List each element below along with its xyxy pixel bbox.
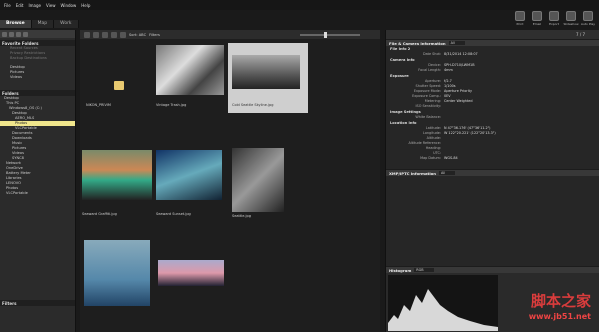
right-panel: 7 / 7 File & Camera Information All File… xyxy=(385,30,599,332)
watermark: 脚本之家 www.jb51.net xyxy=(529,294,591,324)
export-icon xyxy=(549,11,559,21)
folder-tree-item[interactable]: VLCPortable xyxy=(0,191,75,196)
menu-bar: File Edit Image View Window Help xyxy=(0,0,599,10)
thumbnail-item[interactable] xyxy=(84,240,152,310)
print-button[interactable]: Print xyxy=(513,11,527,29)
workspace-tabs: Browse Map Work xyxy=(0,20,79,28)
image-counter: 7 / 7 xyxy=(386,30,599,39)
photo-thumbnail xyxy=(156,45,224,95)
email-button[interactable]: Email xyxy=(530,11,544,29)
export-button[interactable]: Export xyxy=(547,11,561,29)
filters-section-header[interactable]: Filters xyxy=(0,300,75,306)
photo-thumbnail xyxy=(158,260,224,286)
file-camera-info-select[interactable]: All xyxy=(448,41,465,45)
refresh-icon[interactable] xyxy=(111,31,117,38)
histogram-header[interactable]: Histogram RGB xyxy=(386,266,599,273)
email-icon xyxy=(532,11,542,21)
thumbnail-caption: Seaward Graffiti.jpg xyxy=(82,212,117,216)
thumbnail-caption: NIKON_PRIVIM xyxy=(86,103,111,107)
photo-thumbnail xyxy=(232,148,284,212)
file-camera-info-header[interactable]: File & Camera Information All xyxy=(386,39,599,46)
auto-play-icon xyxy=(583,11,593,21)
auto-play-button[interactable]: Auto Play xyxy=(581,11,595,29)
xmp-iptc-header[interactable]: XMP/IPTC Information All xyxy=(386,169,599,176)
thumbnail-caption: Vintage Trash.jpg xyxy=(156,103,187,107)
thumbnail-item[interactable] xyxy=(158,260,226,300)
thumbnail-item[interactable]: Vintage Trash.jpg xyxy=(156,45,226,111)
menu-file[interactable]: File xyxy=(4,3,11,8)
thumbnail-caption: Seaward Sunset.jpg xyxy=(156,212,191,216)
slideshow-icon xyxy=(566,11,576,21)
photo-thumbnail xyxy=(82,150,152,200)
histogram-channel-select[interactable]: RGB xyxy=(414,268,434,272)
tab-work[interactable]: Work xyxy=(54,20,79,28)
photo-thumbnail xyxy=(156,150,222,200)
filters-dropdown[interactable]: Filters xyxy=(149,33,160,37)
forward-icon[interactable] xyxy=(9,31,14,37)
thumbnail-size-slider[interactable] xyxy=(300,31,360,38)
slider-handle[interactable] xyxy=(324,31,327,38)
menu-edit[interactable]: Edit xyxy=(16,3,24,8)
thumbnail-grid: Sort: ABC Filters NIKON_PRIVIM Vintage T… xyxy=(80,30,380,332)
thumbnail-item[interactable]: NIKON_PRIVIM xyxy=(86,45,154,111)
watermark-url: www.jb51.net xyxy=(528,312,591,321)
thumbnail-item[interactable]: Seaward Sunset.jpg xyxy=(156,150,228,216)
main-toolbar: Print Email Export Slideshow Auto Play xyxy=(513,11,595,29)
photo-thumbnail xyxy=(232,55,300,89)
left-panel: Favorite Folders Recent Sources Privacy … xyxy=(0,30,76,332)
compare-icon[interactable] xyxy=(120,31,126,38)
slideshow-button[interactable]: Slideshow xyxy=(563,11,579,29)
rotate-left-icon[interactable] xyxy=(93,31,99,38)
histogram-graph xyxy=(388,275,498,331)
folder-icon xyxy=(114,81,124,90)
back-icon[interactable] xyxy=(2,31,7,37)
grid-toolbar: Sort: ABC Filters xyxy=(80,30,380,39)
thumbnail-item[interactable]: Seattle.jpg xyxy=(232,148,304,218)
thumbnail-item-selected[interactable]: Cold Seattle Skyline.jpg xyxy=(228,43,308,113)
menu-window[interactable]: Window xyxy=(60,3,76,8)
watermark-text: 脚本之家 xyxy=(530,292,591,310)
pin-icon[interactable] xyxy=(23,31,28,37)
thumbnail-caption: Seattle.jpg xyxy=(232,214,251,218)
thumbnail-item[interactable]: Seaward Graffiti.jpg xyxy=(82,150,154,216)
menu-image[interactable]: Image xyxy=(28,3,41,8)
left-panel-toolbar xyxy=(0,30,75,38)
print-icon xyxy=(515,11,525,21)
rotate-right-icon[interactable] xyxy=(102,31,108,38)
menu-view[interactable]: View xyxy=(46,3,56,8)
tab-browse[interactable]: Browse xyxy=(0,20,32,28)
sort-dropdown[interactable]: Sort: ABC xyxy=(129,33,146,37)
thumbnail-caption: Cold Seattle Skyline.jpg xyxy=(232,103,274,107)
view-mode-icon[interactable] xyxy=(84,31,90,38)
up-icon[interactable] xyxy=(16,31,21,37)
menu-help[interactable]: Help xyxy=(81,3,90,8)
tab-map[interactable]: Map xyxy=(31,20,55,28)
photo-thumbnail xyxy=(84,240,150,306)
xmp-iptc-select[interactable]: All xyxy=(438,171,456,175)
